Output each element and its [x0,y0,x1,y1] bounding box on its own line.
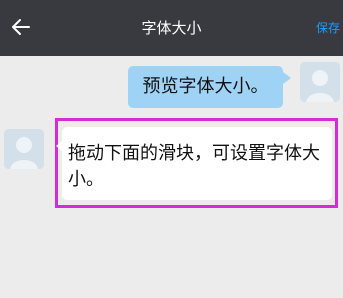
save-button[interactable]: 保存 [316,21,340,35]
title-bar: 字体大小 保存 [0,0,343,56]
avatar-self[interactable] [300,62,340,102]
page-title: 字体大小 [141,19,202,37]
message-bubble-friend: 拖动下面的滑块，可设置字体大小。 [62,127,332,200]
user-icon [300,62,340,102]
bubble-tail-self [283,72,291,84]
avatar-friend[interactable] [4,129,44,169]
message-bubble-self: 预览字体大小。 [128,66,283,108]
user-icon [4,129,44,169]
